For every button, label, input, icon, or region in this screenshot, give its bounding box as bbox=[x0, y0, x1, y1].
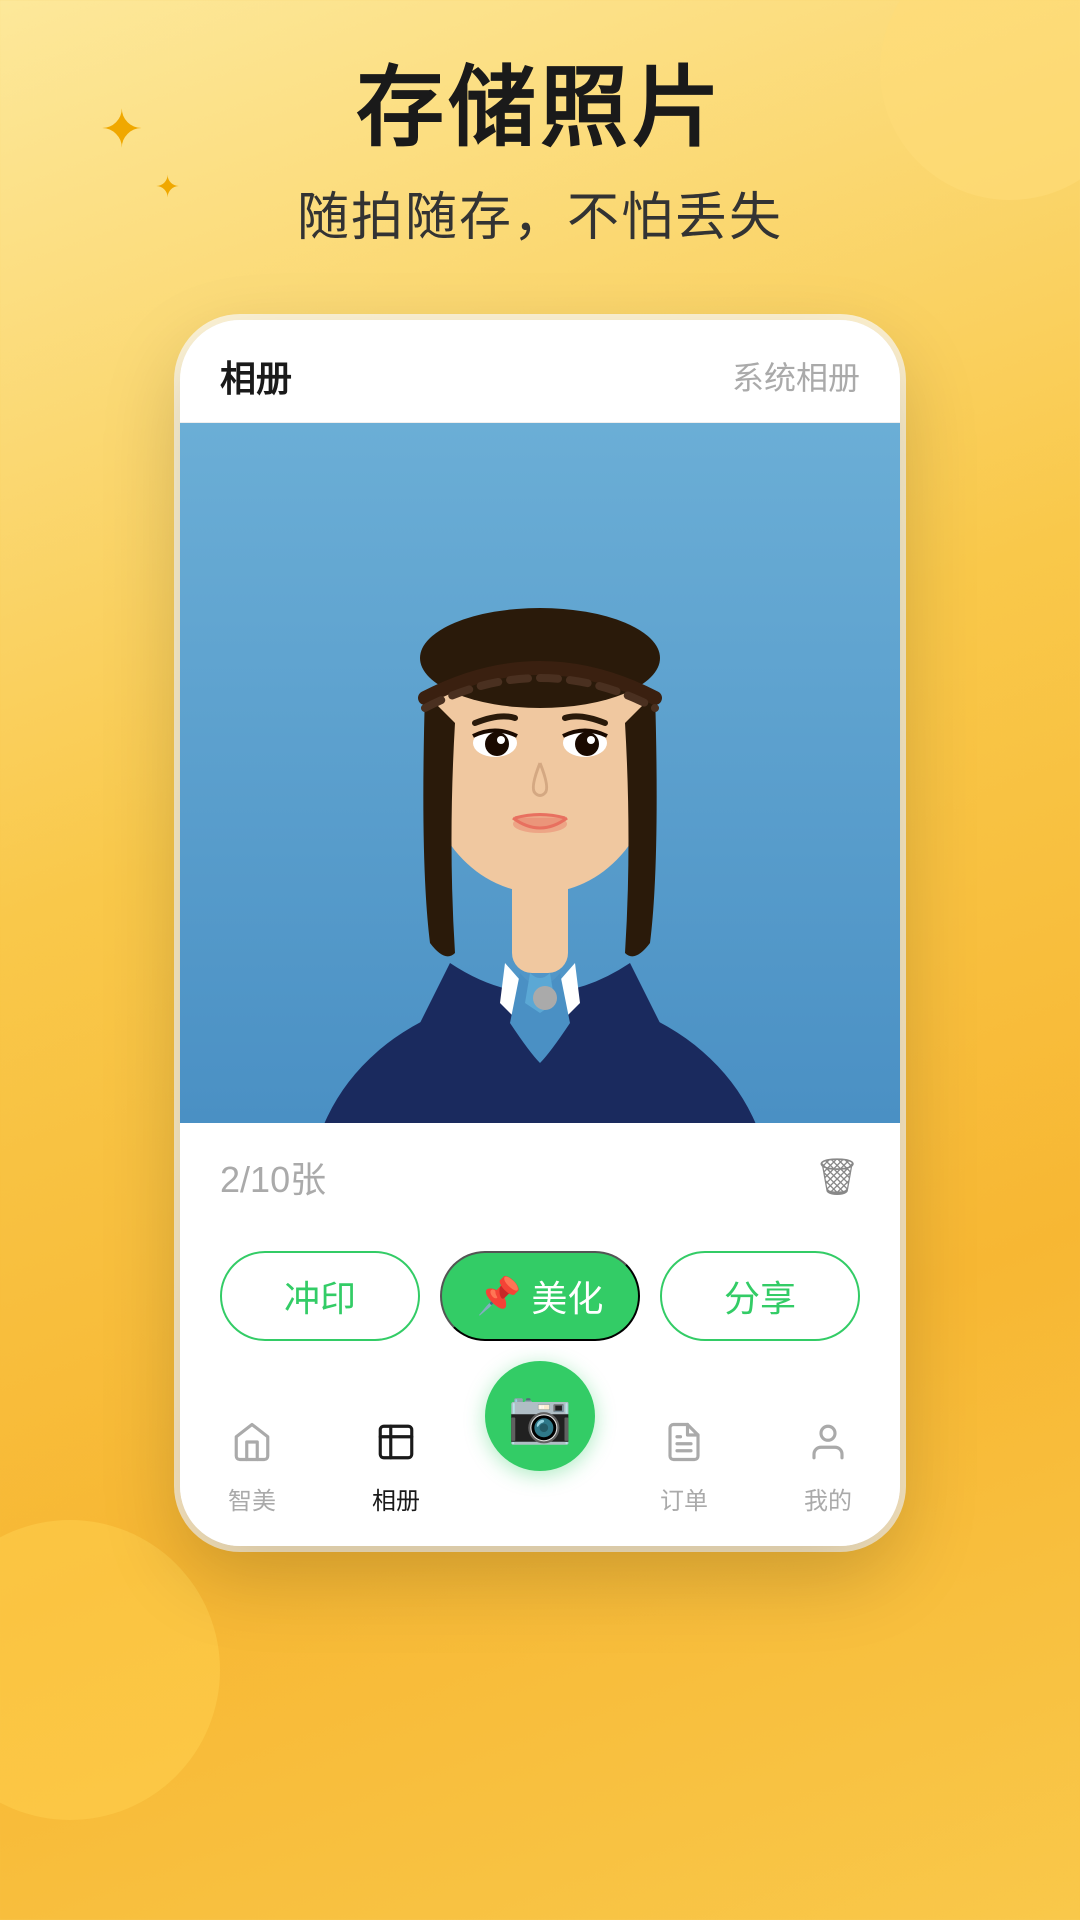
nav-item-zhimei[interactable]: 智美 bbox=[180, 1421, 324, 1516]
photo-info-bar: 2/10张 🗑 bbox=[180, 1123, 900, 1231]
camera-fab-button[interactable]: 📷 bbox=[485, 1361, 595, 1471]
nav-item-profile[interactable]: 我的 bbox=[756, 1421, 900, 1516]
photo-separator: / bbox=[240, 1159, 250, 1200]
tab-system-album[interactable]: 系统相册 bbox=[732, 353, 860, 399]
profile-icon bbox=[807, 1421, 849, 1473]
nav-label-album: 相册 bbox=[372, 1481, 420, 1516]
photo-count-display: 2/10张 bbox=[220, 1151, 326, 1203]
phone-tab-bar: 相册 系统相册 bbox=[180, 320, 900, 423]
nav-label-zhimei: 智美 bbox=[228, 1481, 276, 1516]
home-icon bbox=[231, 1421, 273, 1473]
beautify-button[interactable]: 📌 美化 bbox=[440, 1251, 640, 1341]
pin-icon: 📌 bbox=[477, 1275, 522, 1317]
print-button[interactable]: 冲印 bbox=[220, 1251, 420, 1341]
orders-icon bbox=[663, 1421, 705, 1473]
portrait-image bbox=[290, 443, 790, 1123]
current-photo-number: 2 bbox=[220, 1159, 240, 1200]
total-photo-count: 10 bbox=[250, 1159, 290, 1200]
share-button[interactable]: 分享 bbox=[660, 1251, 860, 1341]
nav-item-orders[interactable]: 订单 bbox=[612, 1421, 756, 1516]
main-title: 存储照片 bbox=[0, 60, 1080, 157]
nav-item-album[interactable]: 相册 bbox=[324, 1421, 468, 1516]
nav-label-profile: 我的 bbox=[804, 1481, 852, 1516]
blob-decoration-bottom bbox=[0, 1520, 220, 1820]
album-icon bbox=[375, 1421, 417, 1473]
action-buttons-row: 冲印 📌 美化 分享 bbox=[180, 1231, 900, 1371]
tab-album-active[interactable]: 相册 bbox=[220, 350, 292, 402]
header-area: 存储照片 随拍随存，不怕丢失 bbox=[0, 60, 1080, 250]
photo-display bbox=[180, 423, 900, 1123]
phone-mockup: 相册 系统相册 bbox=[180, 320, 900, 1546]
delete-button[interactable]: 🗑 bbox=[814, 1156, 860, 1198]
sub-title: 随拍随存，不怕丢失 bbox=[0, 175, 1080, 250]
bottom-navigation: 📷 智美 相册 bbox=[180, 1401, 900, 1546]
photo-unit: 张 bbox=[290, 1159, 326, 1200]
photo-background bbox=[180, 423, 900, 1123]
nav-label-orders: 订单 bbox=[660, 1481, 708, 1516]
camera-icon: 📷 bbox=[508, 1386, 573, 1447]
